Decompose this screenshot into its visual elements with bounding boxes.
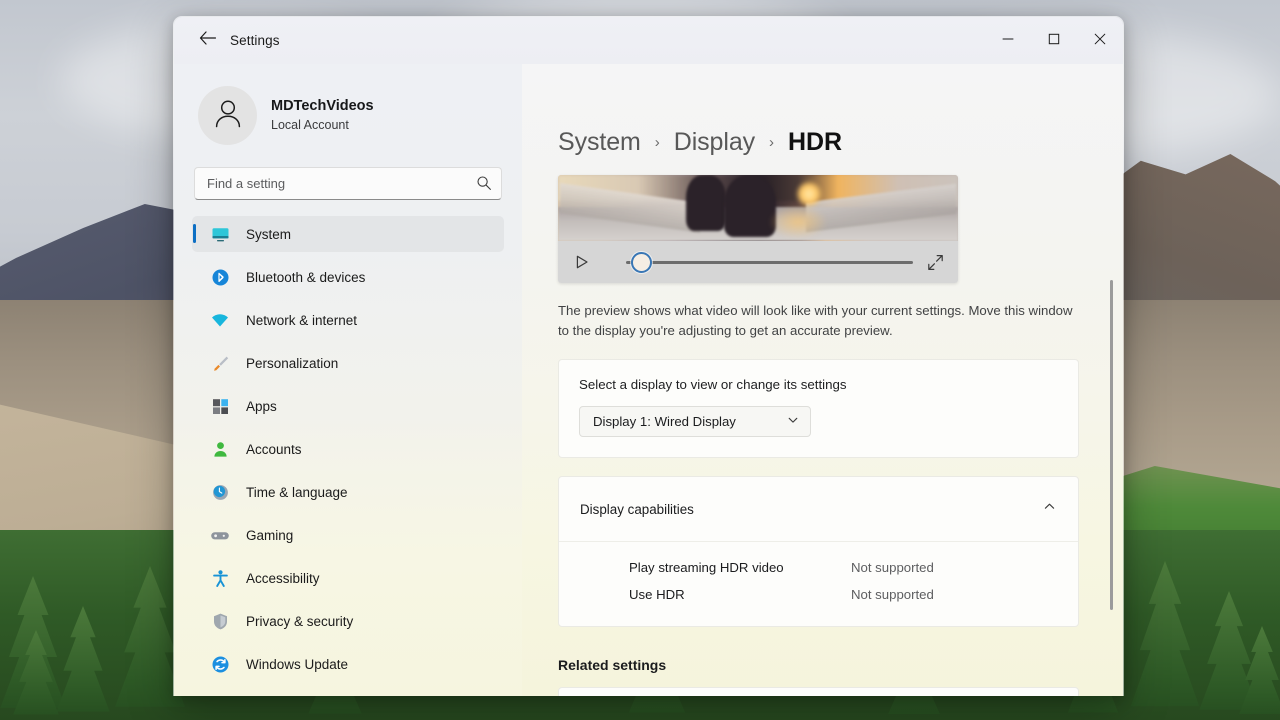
play-triangle-icon[interactable] xyxy=(574,254,594,270)
slider-track xyxy=(626,260,913,264)
capability-row: Play streaming HDR video Not supported xyxy=(629,554,1056,581)
account-tile[interactable]: MDTechVideos Local Account xyxy=(192,64,504,163)
breadcrumb-separator-icon: › xyxy=(769,134,775,151)
preview-description: The preview shows what video will look l… xyxy=(558,303,1073,339)
sidebar: MDTechVideos Local Account Find a settin… xyxy=(174,64,522,696)
sidebar-item-apps[interactable]: Apps xyxy=(192,388,504,424)
breadcrumb-item-system[interactable]: System xyxy=(558,128,641,157)
settings-window: Settings MDTechVideos Local Account Find… xyxy=(173,16,1124,696)
sidebar-item-personalization[interactable]: Personalization xyxy=(192,345,504,381)
account-subtitle: Local Account xyxy=(271,117,349,132)
shield-icon xyxy=(210,611,230,631)
sidebar-item-time-language[interactable]: Time & language xyxy=(192,474,504,510)
gamepad-icon xyxy=(210,525,230,545)
sidebar-item-label: Windows Update xyxy=(246,656,349,672)
breadcrumb: System › Display › HDR xyxy=(558,64,1079,175)
apps-grid-icon xyxy=(210,396,230,416)
sidebar-item-label: Accounts xyxy=(246,441,302,457)
sidebar-item-system[interactable]: System xyxy=(192,216,504,252)
capability-value: Not supported xyxy=(851,587,934,603)
video-controls-bar xyxy=(558,241,958,283)
search-input[interactable] xyxy=(195,176,501,191)
search-box[interactable] xyxy=(194,167,502,200)
expand-arrows-icon[interactable] xyxy=(927,254,944,271)
close-icon xyxy=(1094,32,1106,50)
back-arrow-icon xyxy=(199,31,216,50)
content-scrollbar[interactable] xyxy=(1110,160,1113,688)
window-title: Settings xyxy=(230,33,280,48)
display-capabilities-expander[interactable]: Display capabilities xyxy=(559,477,1078,541)
window-body: MDTechVideos Local Account Find a settin… xyxy=(174,64,1123,696)
window-controls xyxy=(985,17,1123,64)
desktop-wallpaper: Settings MDTechVideos Local Account Find… xyxy=(0,0,1280,720)
display-select-value: Display 1: Wired Display xyxy=(593,414,736,430)
maximize-button[interactable] xyxy=(1031,17,1077,64)
sidebar-item-label: Bluetooth & devices xyxy=(246,269,366,285)
person-icon xyxy=(210,439,230,459)
sidebar-item-label: Accessibility xyxy=(246,570,320,586)
content-pane: System › Display › HDR The preview shows… xyxy=(522,64,1123,696)
sidebar-item-label: Time & language xyxy=(246,484,348,500)
display-capabilities-body: Play streaming HDR video Not supported U… xyxy=(559,541,1078,626)
sidebar-item-bluetooth-devices[interactable]: Bluetooth & devices xyxy=(192,259,504,295)
video-progress-slider[interactable] xyxy=(608,251,913,273)
sidebar-item-accessibility[interactable]: Accessibility xyxy=(192,560,504,596)
display-capabilities-title: Display capabilities xyxy=(580,501,694,517)
related-settings-title: Related settings xyxy=(558,657,667,674)
video-preview xyxy=(558,175,958,283)
capability-name: Play streaming HDR video xyxy=(629,560,784,576)
avatar xyxy=(198,86,257,145)
sidebar-nav: System Bluetooth & devices Network & int… xyxy=(192,214,504,682)
close-button[interactable] xyxy=(1077,17,1123,64)
minimize-icon xyxy=(1002,32,1014,50)
display-select-card: Select a display to view or change its s… xyxy=(558,359,1079,459)
breadcrumb-item-display[interactable]: Display xyxy=(674,128,755,157)
sidebar-item-label: Personalization xyxy=(246,355,339,371)
display-select-dropdown[interactable]: Display 1: Wired Display xyxy=(579,406,811,438)
account-name: MDTechVideos xyxy=(271,97,374,114)
capability-row: Use HDR Not supported xyxy=(629,581,1056,608)
sidebar-item-privacy-security[interactable]: Privacy & security xyxy=(192,603,504,639)
breadcrumb-item-hdr: HDR xyxy=(788,128,842,156)
display-select-label: Select a display to view or change its s… xyxy=(579,377,847,393)
sidebar-item-accounts[interactable]: Accounts xyxy=(192,431,504,467)
search-icon[interactable] xyxy=(476,175,492,196)
paintbrush-icon xyxy=(210,353,230,373)
back-button[interactable] xyxy=(190,26,224,56)
chevron-up-icon[interactable] xyxy=(1043,500,1056,518)
accessibility-icon xyxy=(210,568,230,588)
sidebar-item-gaming[interactable]: Gaming xyxy=(192,517,504,553)
breadcrumb-separator-icon: › xyxy=(654,134,660,151)
sidebar-item-label: Gaming xyxy=(246,527,294,543)
bluetooth-icon xyxy=(210,267,230,287)
person-avatar-icon xyxy=(211,96,245,135)
sidebar-item-windows-update[interactable]: Windows Update xyxy=(192,646,504,682)
sidebar-item-label: Apps xyxy=(246,398,277,414)
sidebar-item-label: Privacy & security xyxy=(246,613,354,629)
video-thumbnail[interactable] xyxy=(558,175,958,241)
slider-thumb[interactable] xyxy=(631,251,653,273)
window-titlebar[interactable]: Settings xyxy=(174,17,1123,64)
display-capabilities-card: Display capabilities Play streaming HDR … xyxy=(558,476,1079,628)
account-text: MDTechVideos Local Account xyxy=(271,97,374,134)
monitor-icon xyxy=(210,224,230,244)
minimize-button[interactable] xyxy=(985,17,1031,64)
sidebar-item-network-internet[interactable]: Network & internet xyxy=(192,302,504,338)
sidebar-item-label: System xyxy=(246,226,292,242)
capability-value: Not supported xyxy=(851,560,934,576)
maximize-icon xyxy=(1048,32,1060,50)
update-sync-icon xyxy=(210,654,230,674)
scrollbar-thumb[interactable] xyxy=(1110,280,1113,610)
clock-globe-icon xyxy=(210,482,230,502)
sidebar-item-label: Network & internet xyxy=(246,312,358,328)
chevron-down-icon xyxy=(787,413,799,431)
related-setting-video-playback[interactable]: Video playback xyxy=(558,687,1079,696)
wifi-icon xyxy=(210,310,230,330)
capability-name: Use HDR xyxy=(629,587,685,603)
